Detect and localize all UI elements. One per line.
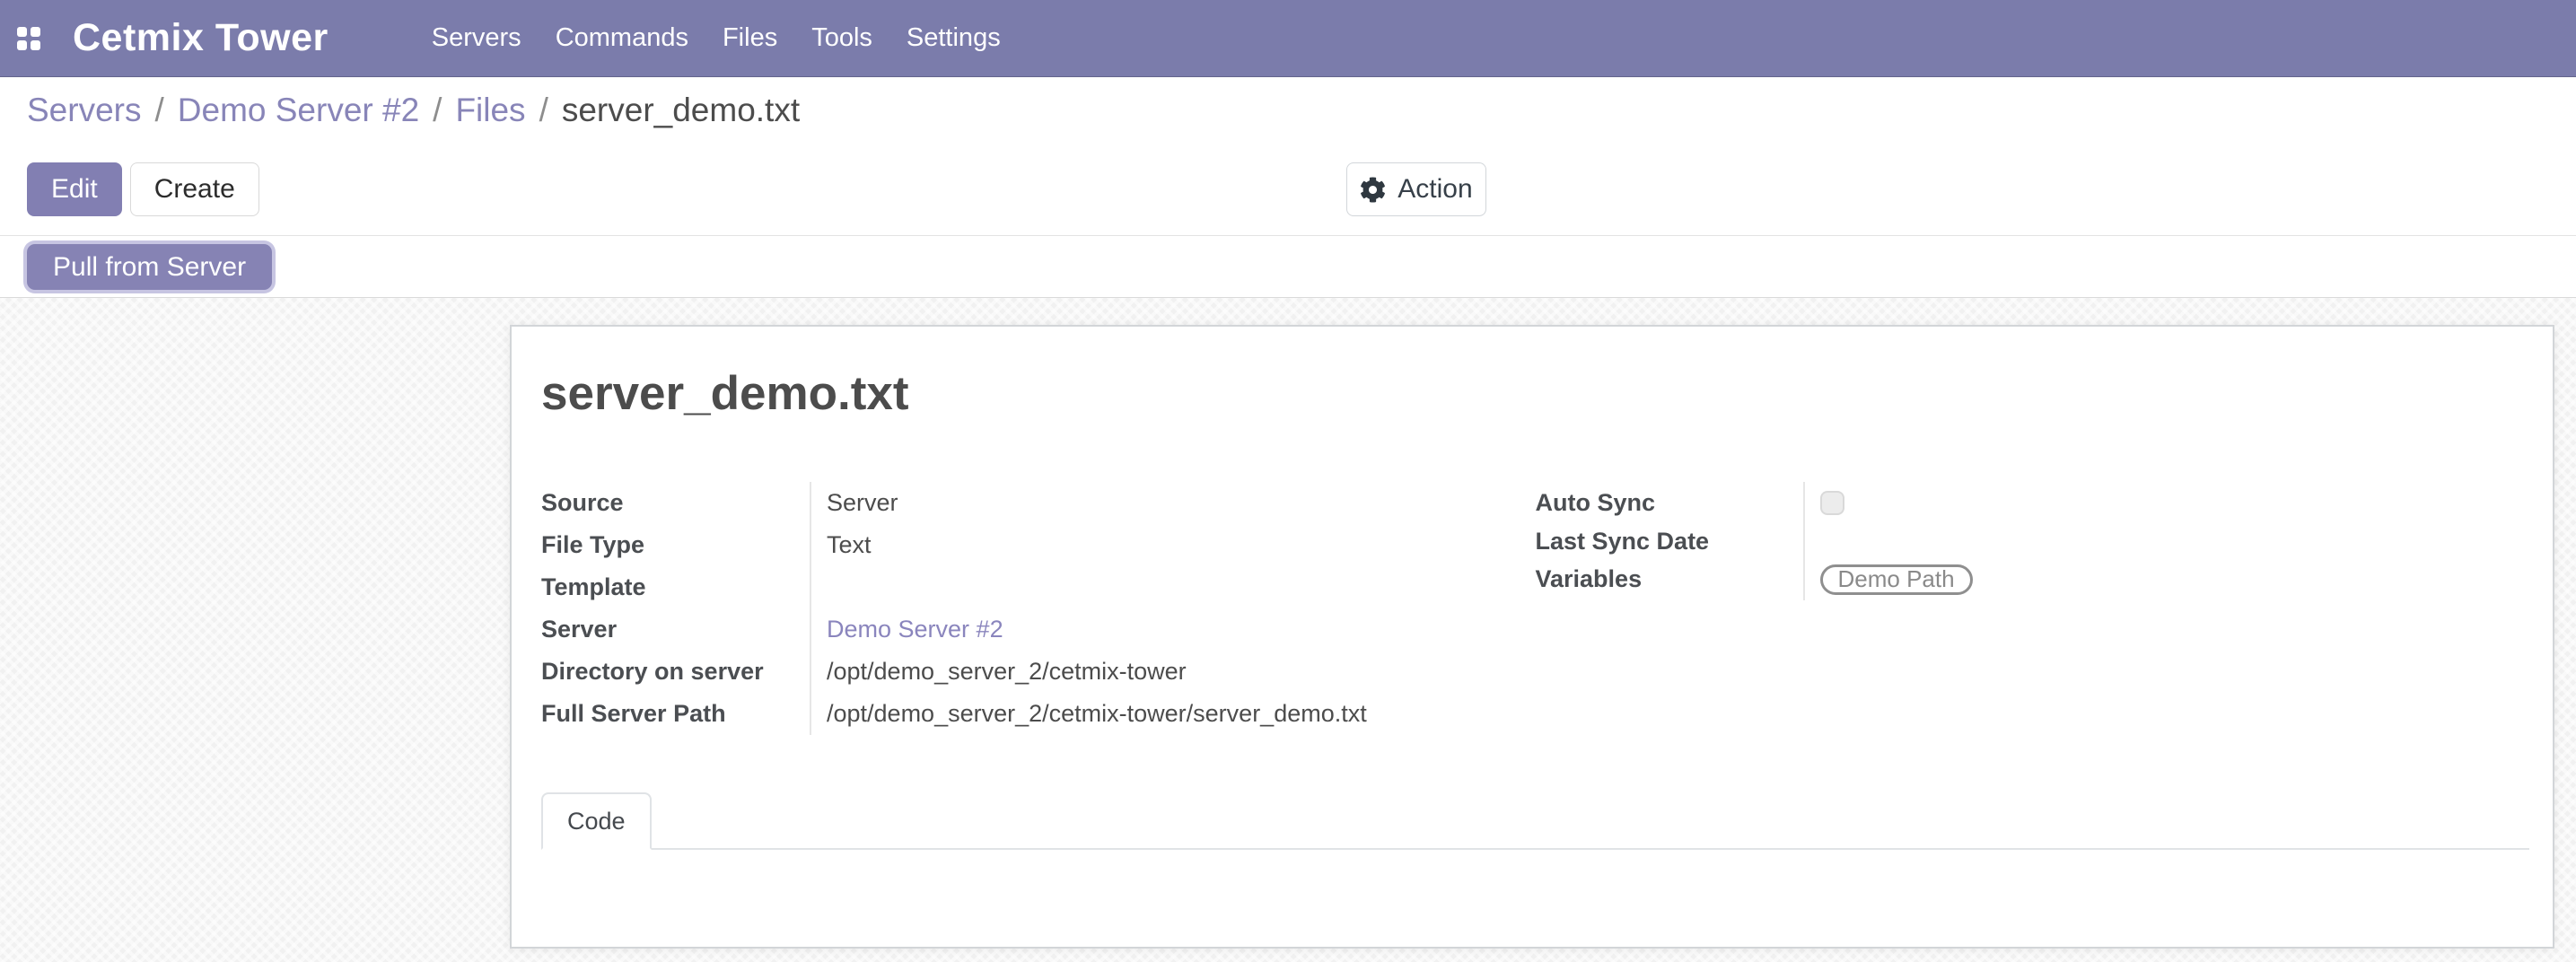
field-label-server: Server: [541, 608, 810, 651]
field-value-template: [810, 566, 1536, 608]
auto-sync-checkbox: [1820, 491, 1844, 515]
breadcrumb-demo-server[interactable]: Demo Server #2: [178, 92, 419, 129]
variable-tag: Demo Path: [1820, 564, 1973, 595]
field-value-variables: Demo Path: [1803, 558, 2530, 600]
apps-grid-dot: [31, 27, 40, 37]
pull-from-server-button[interactable]: Pull from Server: [27, 244, 272, 290]
notebook: Code: [541, 792, 2529, 850]
menu-item-commands[interactable]: Commands: [539, 0, 705, 76]
tab-bar: Code: [541, 792, 2529, 850]
breadcrumb: Servers / Demo Server #2 / Files / serve…: [27, 92, 800, 129]
create-button[interactable]: Create: [130, 162, 259, 216]
top-navbar: Cetmix Tower Servers Commands Files Tool…: [0, 0, 2576, 77]
gear-icon: [1360, 177, 1386, 203]
field-value-directory: /opt/demo_server_2/cetmix-tower: [810, 651, 1536, 693]
field-value-server: Demo Server #2: [810, 608, 1536, 651]
menu-item-servers[interactable]: Servers: [415, 0, 539, 76]
main-menu: Servers Commands Files Tools Settings: [415, 0, 1018, 76]
field-value-last-sync-date: [1803, 524, 2530, 558]
action-button[interactable]: Action: [1346, 162, 1486, 216]
field-row-source: Source Server: [541, 482, 1536, 524]
field-label-directory: Directory on server: [541, 651, 810, 693]
form-buttons: Edit Create: [27, 162, 259, 216]
field-label-auto-sync: Auto Sync: [1536, 482, 1803, 524]
breadcrumb-current-file: server_demo.txt: [562, 92, 800, 129]
field-label-template: Template: [541, 566, 810, 608]
breadcrumb-separator: /: [526, 92, 562, 129]
field-row-variables: Variables Demo Path: [1536, 558, 2530, 600]
field-label-full-path: Full Server Path: [541, 693, 810, 735]
menu-item-files[interactable]: Files: [705, 0, 794, 76]
breadcrumb-files[interactable]: Files: [455, 92, 525, 129]
record-title: server_demo.txt: [541, 366, 908, 421]
menu-item-settings[interactable]: Settings: [889, 0, 1018, 76]
apps-grid-dot: [17, 40, 27, 50]
menu-item-tools[interactable]: Tools: [794, 0, 889, 76]
edit-button[interactable]: Edit: [27, 162, 122, 216]
statusbar: Pull from Server: [0, 236, 2576, 298]
apps-grid-dot: [17, 27, 27, 37]
breadcrumb-separator: /: [141, 92, 177, 129]
field-value-full-path: /opt/demo_server_2/cetmix-tower/server_d…: [810, 693, 1536, 735]
field-label-variables: Variables: [1536, 558, 1803, 600]
field-group-left: Source Server File Type Text Template Se…: [541, 482, 1536, 735]
field-row-auto-sync: Auto Sync: [1536, 482, 2530, 524]
field-row-last-sync-date: Last Sync Date: [1536, 524, 2530, 558]
field-value-source: Server: [810, 482, 1536, 524]
field-row-file-type: File Type Text: [541, 524, 1536, 566]
control-panel: Servers / Demo Server #2 / Files / serve…: [0, 77, 2576, 236]
field-label-source: Source: [541, 482, 810, 524]
apps-grid-dot: [31, 40, 40, 50]
field-group-right: Auto Sync Last Sync Date Variables Demo …: [1536, 482, 2530, 735]
breadcrumb-servers[interactable]: Servers: [27, 92, 141, 129]
apps-grid-icon[interactable]: [17, 27, 40, 50]
field-label-last-sync-date: Last Sync Date: [1536, 524, 1803, 558]
form-sheet: server_demo.txt Source Server File Type …: [510, 325, 2554, 949]
field-value-file-type: Text: [810, 524, 1536, 566]
field-row-server: Server Demo Server #2: [541, 608, 1536, 651]
field-groups: Source Server File Type Text Template Se…: [541, 482, 2529, 735]
server-record-link[interactable]: Demo Server #2: [827, 616, 1003, 643]
form-background: server_demo.txt Source Server File Type …: [0, 298, 2576, 962]
field-value-auto-sync: [1803, 482, 2530, 524]
breadcrumb-separator: /: [419, 92, 455, 129]
field-row-directory: Directory on server /opt/demo_server_2/c…: [541, 651, 1536, 693]
tab-code[interactable]: Code: [541, 792, 652, 850]
app-brand[interactable]: Cetmix Tower: [73, 16, 329, 60]
field-row-template: Template: [541, 566, 1536, 608]
field-label-file-type: File Type: [541, 524, 810, 566]
field-row-full-path: Full Server Path /opt/demo_server_2/cetm…: [541, 693, 1536, 735]
action-button-label: Action: [1398, 174, 1472, 205]
